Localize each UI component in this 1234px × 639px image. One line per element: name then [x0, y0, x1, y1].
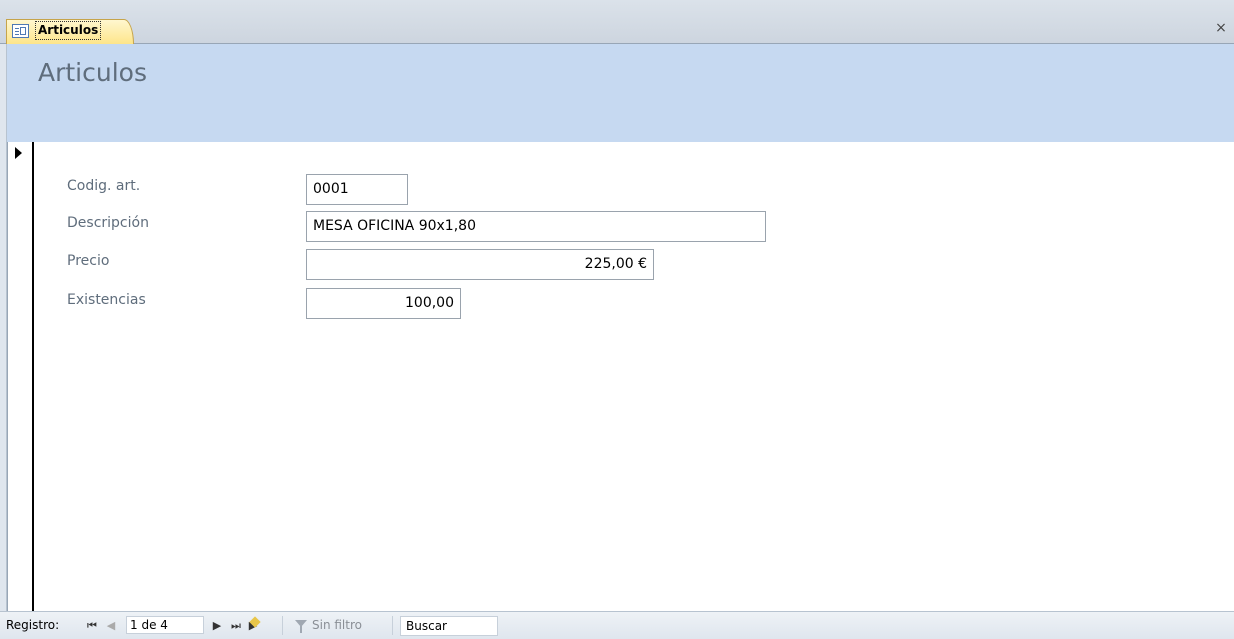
form-icon [12, 24, 29, 38]
tab-label: Articulos [34, 21, 102, 40]
tab-articulos[interactable]: Articulos [6, 19, 134, 44]
codigo-field[interactable]: 0001 [306, 174, 408, 205]
previous-record-icon[interactable]: ◀ [104, 612, 118, 639]
filter-icon[interactable] [295, 620, 307, 633]
navbar-separator [392, 616, 393, 635]
existencias-field[interactable]: 100,00 [306, 288, 461, 319]
search-input[interactable]: Buscar [400, 616, 498, 636]
navbar-separator [282, 616, 283, 635]
last-record-icon[interactable]: ⏭ [229, 612, 243, 639]
current-record-arrow-icon [15, 147, 22, 159]
codigo-label: Codig. art. [67, 178, 141, 194]
form-header: Articulos [7, 44, 1234, 142]
record-selector[interactable] [7, 142, 34, 611]
left-edge [0, 44, 7, 611]
navbar-label: Registro: [6, 618, 60, 632]
document-tab-strip: Articulos × [0, 0, 1234, 44]
current-record-input[interactable]: 1 de 4 [126, 616, 204, 634]
first-record-icon[interactable]: ⏮ [85, 612, 99, 639]
descripcion-field[interactable]: MESA OFICINA 90x1,80 [306, 211, 766, 242]
next-record-icon[interactable]: ▶ [210, 612, 224, 639]
page-title: Articulos [38, 58, 147, 87]
record-navigation-bar: Registro: ⏮ ◀ 1 de 4 ▶ ⏭ ▶ Sin filtro Bu… [0, 611, 1234, 639]
close-icon[interactable]: × [1213, 19, 1229, 37]
existencias-label: Existencias [67, 292, 146, 308]
descripcion-label: Descripción [67, 215, 149, 231]
filter-status-label[interactable]: Sin filtro [312, 612, 362, 639]
precio-field[interactable]: 225,00 € [306, 249, 654, 280]
precio-label: Precio [67, 253, 110, 269]
